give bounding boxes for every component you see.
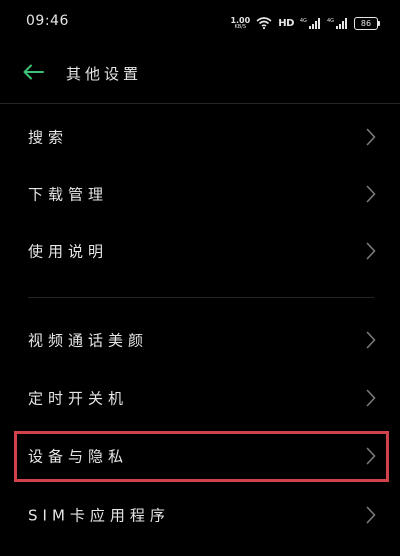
list-item-label: 使用说明 — [28, 242, 109, 261]
status-bar: 09:46 1.00 KB/S HD 4G 4G 86 — [0, 0, 400, 46]
list-item-video-call-beauty[interactable]: 视频通话美颜 — [14, 313, 390, 367]
chevron-right-icon — [366, 447, 376, 465]
signal-icon-2: 4G — [327, 18, 348, 29]
chevron-right-icon — [366, 128, 376, 146]
title-bar: 其他设置 — [0, 46, 400, 102]
list-item-label: 设备与隐私 — [28, 447, 129, 466]
header-divider — [0, 103, 400, 104]
network-speed: 1.00 KB/S — [230, 15, 251, 31]
list-item-label: 定时开关机 — [28, 389, 129, 408]
wifi-icon — [256, 14, 272, 33]
back-button[interactable] — [18, 62, 48, 86]
network-speed-unit: KB/S — [234, 23, 247, 30]
status-time: 09:46 — [26, 13, 69, 29]
chevron-right-icon — [366, 331, 376, 349]
signal-icon: 4G — [300, 18, 321, 29]
section-divider — [28, 297, 374, 298]
network-speed-value: 1.00 — [230, 15, 251, 25]
battery-level: 86 — [360, 19, 372, 28]
chevron-right-icon — [366, 389, 376, 407]
signal-tag: 4G — [299, 18, 307, 24]
list-item-scheduled-power[interactable]: 定时开关机 — [14, 371, 390, 425]
arrow-left-icon — [22, 64, 44, 84]
signal-tag-2: 4G — [326, 18, 334, 24]
list-item-sim-apps[interactable]: SIM卡应用程序 — [14, 488, 390, 542]
list-item-instructions[interactable]: 使用说明 — [14, 224, 390, 278]
list-item-label: 搜索 — [28, 128, 69, 147]
list-item-label: 视频通话美颜 — [28, 331, 149, 350]
chevron-right-icon — [366, 242, 376, 260]
list-item-download-manager[interactable]: 下载管理 — [14, 167, 390, 221]
chevron-right-icon — [366, 185, 376, 203]
page-title: 其他设置 — [66, 65, 143, 83]
list-item-device-privacy[interactable]: 设备与隐私 — [14, 429, 390, 483]
chevron-right-icon — [366, 506, 376, 524]
battery-icon: 86 — [354, 17, 380, 30]
list-item-label: SIM卡应用程序 — [28, 506, 170, 525]
list-item-label: 下载管理 — [28, 185, 109, 204]
list-item-search[interactable]: 搜索 — [14, 110, 390, 164]
status-icons: 1.00 KB/S HD 4G 4G 86 — [230, 14, 380, 33]
hd-label: HD — [278, 18, 294, 29]
